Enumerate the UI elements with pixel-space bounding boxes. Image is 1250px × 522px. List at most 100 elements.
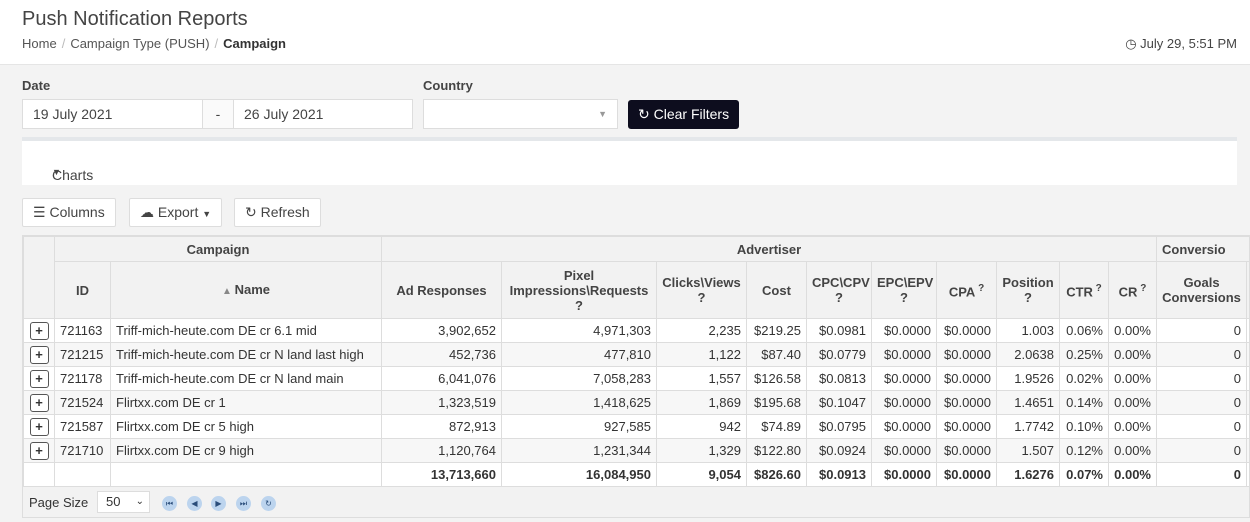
- help-icon[interactable]: ?: [1137, 283, 1146, 294]
- table-row: +721710 Flirtxx.com DE cr 9 high 1,120,764…: [23, 438, 1249, 463]
- table-cell: 927,585: [501, 414, 657, 439]
- refresh-icon: ↻: [638, 106, 650, 122]
- breadcrumb: Home / Campaign Type (PUSH) / Campaign: [22, 36, 286, 51]
- table-row: +721178 Triff-mich-heute.com DE cr N land…: [23, 366, 1249, 391]
- table-cell: 0: [1156, 342, 1247, 367]
- date-from-input[interactable]: 19 July 2021: [22, 99, 203, 129]
- table-cell: Triff-mich-heute.com DE cr N land main: [110, 366, 382, 391]
- column-header[interactable]: ▲ Name: [110, 261, 382, 319]
- page-title: Push Notification Reports: [22, 8, 248, 30]
- refresh-button[interactable]: ↻ Refresh: [234, 198, 321, 227]
- page-size-label: Page Size: [29, 495, 89, 510]
- expand-row-button[interactable]: +: [29, 369, 49, 388]
- help-icon[interactable]: ?: [698, 290, 706, 305]
- table-cell: 0.00%: [1108, 462, 1157, 487]
- table-cell: $126.58: [746, 366, 807, 391]
- help-icon[interactable]: ?: [1024, 290, 1032, 305]
- table-cell: 1,231,344: [501, 438, 657, 463]
- table-cell: $0.1047: [806, 390, 872, 415]
- next-page-icon[interactable]: ▶: [211, 496, 226, 511]
- help-icon[interactable]: ?: [575, 298, 583, 313]
- timestamp: ◷ July 29, 5:51 PM: [1125, 36, 1237, 51]
- column-header[interactable]: Position?: [996, 261, 1060, 319]
- help-icon[interactable]: ?: [835, 290, 843, 305]
- table-cell: $0.0000: [936, 414, 997, 439]
- table-cell: $0.0813: [806, 366, 872, 391]
- table-cell: 477,810: [501, 342, 657, 367]
- charts-panel[interactable]: Charts ▼: [22, 137, 1237, 185]
- caret-down-icon: ▼: [202, 209, 212, 219]
- expand-row-button[interactable]: +: [29, 321, 49, 340]
- column-header[interactable]: Pixel Impressions\Requests?: [501, 261, 657, 319]
- column-header[interactable]: CR ?: [1108, 261, 1157, 319]
- table-cell: 721710: [54, 438, 111, 463]
- table-cell: $0.0000: [871, 366, 937, 391]
- table-cell: 0.00%: [1108, 366, 1157, 391]
- breadcrumb-campaign-type[interactable]: Campaign Type (PUSH): [70, 36, 209, 51]
- table-cell: 0.07%: [1059, 462, 1109, 487]
- table-cell: 3,902,652: [381, 318, 502, 343]
- table-cell: [110, 462, 382, 487]
- table-cell: 2,235: [656, 318, 747, 343]
- expand-row-button[interactable]: +: [29, 393, 49, 412]
- table-cell: 0.00%: [1108, 318, 1157, 343]
- table-cell: 1.9526: [996, 366, 1060, 391]
- page-size-select[interactable]: 50 ⌄: [97, 491, 150, 513]
- columns-button[interactable]: ☰ Columns: [22, 198, 116, 227]
- export-button[interactable]: ☁ Export ▼: [129, 198, 223, 227]
- table-cell: 0.00%: [1108, 342, 1157, 367]
- table-cell: $0.0779: [806, 342, 872, 367]
- table-cell: 0: [1156, 438, 1247, 463]
- country-label: Country: [423, 78, 473, 93]
- help-icon[interactable]: ?: [900, 290, 908, 305]
- refresh-icon: ↻: [245, 204, 257, 220]
- table-row: +721215 Triff-mich-heute.com DE cr N land…: [23, 342, 1249, 367]
- table-cell: $826.60: [746, 462, 807, 487]
- column-header[interactable]: Clicks\Views?: [656, 261, 747, 319]
- table-cell: 1,418,625: [501, 390, 657, 415]
- column-header[interactable]: Goals Conversions: [1156, 261, 1247, 319]
- column-header[interactable]: ID: [54, 261, 111, 319]
- expand-row-button[interactable]: +: [29, 417, 49, 436]
- table-cell: 1,329: [656, 438, 747, 463]
- report-table: Campaign Advertiser Conversio ID ▲ Name Ad…: [22, 235, 1250, 518]
- table-cell: 1.003: [996, 318, 1060, 343]
- table-cell: $0.0924: [806, 438, 872, 463]
- table-cell: 4,971,303: [501, 318, 657, 343]
- expand-row-button[interactable]: +: [29, 441, 49, 460]
- table-cell: 0.00%: [1108, 390, 1157, 415]
- table-cell: 2.0638: [996, 342, 1060, 367]
- column-header[interactable]: EPC\EPV?: [871, 261, 937, 319]
- group-header-conversions: Conversio: [1155, 236, 1249, 262]
- table-cell: $0.0000: [871, 342, 937, 367]
- table-cell: 0: [1156, 318, 1247, 343]
- table-cell: 1,869: [656, 390, 747, 415]
- help-icon[interactable]: ?: [975, 283, 984, 294]
- first-page-icon[interactable]: ⏮: [162, 496, 177, 511]
- table-cell: Flirtxx.com DE cr 1: [110, 390, 382, 415]
- breadcrumb-home[interactable]: Home: [22, 36, 57, 51]
- column-header[interactable]: CTR ?: [1059, 261, 1109, 319]
- expand-row-button[interactable]: +: [29, 345, 49, 364]
- clear-filters-button[interactable]: ↻ Clear Filters: [628, 100, 740, 129]
- table-cell: 0.06%: [1059, 318, 1109, 343]
- reload-page-icon[interactable]: ↻: [261, 496, 276, 511]
- table-cell: 721587: [54, 414, 111, 439]
- caret-down-icon: ▼: [52, 167, 61, 177]
- table-cell: 6,041,076: [381, 366, 502, 391]
- table-cell: 1.6276: [996, 462, 1060, 487]
- last-page-icon[interactable]: ⏭: [236, 496, 251, 511]
- country-select[interactable]: ▼: [423, 99, 618, 129]
- date-to-input[interactable]: 26 July 2021: [233, 99, 413, 129]
- table-cell: $0.0000: [936, 318, 997, 343]
- chevron-down-icon: ⌄: [135, 496, 144, 507]
- column-header[interactable]: CPA ?: [936, 261, 997, 319]
- help-icon[interactable]: ?: [1093, 283, 1102, 294]
- table-cell: $0.0000: [936, 342, 997, 367]
- table-cell: Flirtxx.com DE cr 9 high: [110, 438, 382, 463]
- column-header: [1245, 261, 1249, 319]
- prev-page-icon[interactable]: ◀: [187, 496, 202, 511]
- column-header[interactable]: Cost: [746, 261, 807, 319]
- column-header[interactable]: Ad Responses: [381, 261, 502, 319]
- column-header[interactable]: CPC\CPV?: [806, 261, 872, 319]
